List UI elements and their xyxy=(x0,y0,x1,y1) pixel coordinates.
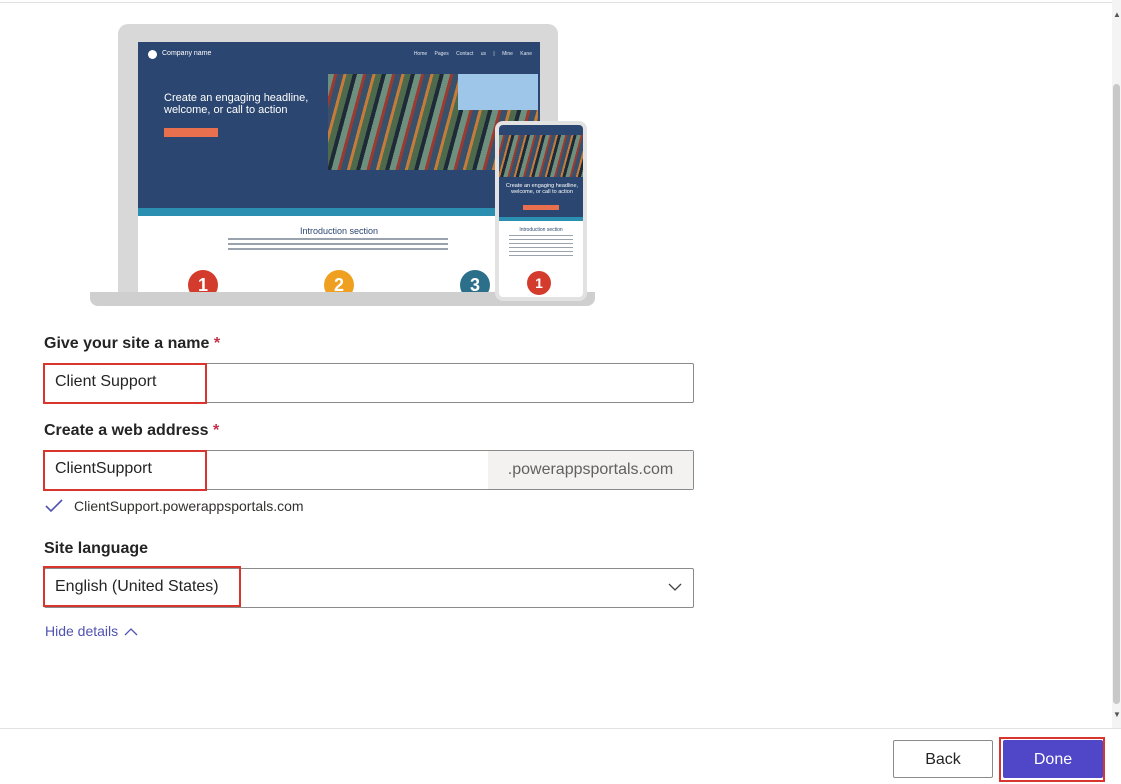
phone-accent-strip xyxy=(499,217,583,221)
web-address-label: Create a web address * xyxy=(44,422,219,440)
hide-details-link[interactable]: Hide details xyxy=(45,623,138,639)
checkmark-icon xyxy=(45,499,63,513)
phone-screen: Create an engaging headline, welcome, or… xyxy=(499,125,583,297)
preview-step-2: 2 xyxy=(324,270,354,294)
web-address-input[interactable]: ClientSupport .powerappsportals.com xyxy=(44,450,694,490)
laptop-screen: Company name Home Pages Contact us | Min… xyxy=(138,42,540,294)
required-mark: * xyxy=(212,422,220,439)
hide-details-text: Hide details xyxy=(45,623,119,639)
phone-hero: Create an engaging headline, welcome, or… xyxy=(499,177,583,217)
company-logo-icon xyxy=(148,50,157,59)
scrollbar-thumb[interactable] xyxy=(1113,84,1120,704)
phone-intro-paragraph xyxy=(509,235,573,259)
preview-hero: Create an engaging headline, welcome, or… xyxy=(138,68,540,208)
scroll-down-icon[interactable]: ▼ xyxy=(1113,710,1121,720)
scroll-up-icon[interactable]: ▲ xyxy=(1113,10,1121,20)
preview-company-name: Company name xyxy=(162,50,212,57)
required-mark: * xyxy=(213,335,221,352)
preview-headline: Create an engaging headline, welcome, or… xyxy=(164,92,309,116)
web-address-suffix: .powerappsportals.com xyxy=(488,451,693,489)
site-name-value: Client Support xyxy=(55,373,157,390)
preview-nav-links: Home Pages Contact us | Mine Kane xyxy=(413,51,532,57)
site-language-dropdown[interactable]: English (United States) xyxy=(44,568,694,608)
phone-cta-button xyxy=(523,205,559,210)
preview-intro-title: Introduction section xyxy=(299,226,379,236)
validation-text: ClientSupport.powerappsportals.com xyxy=(74,498,304,514)
preview-sky xyxy=(458,74,538,110)
preview-intro-paragraph xyxy=(228,238,448,250)
footer-divider xyxy=(0,728,1121,729)
phone-navbar xyxy=(499,125,583,135)
site-name-label: Give your site a name * xyxy=(44,335,220,353)
chevron-down-icon[interactable] xyxy=(667,579,683,595)
back-button[interactable]: Back xyxy=(893,740,993,778)
preview-accent-strip xyxy=(138,208,540,216)
preview-step-1: 1 xyxy=(188,270,218,294)
phone-intro-title: Introduction section xyxy=(519,227,563,233)
phone-frame: Create an engaging headline, welcome, or… xyxy=(495,121,587,301)
phone-headline: Create an engaging headline, welcome, or… xyxy=(505,183,579,195)
scrollbar[interactable]: ▲ ▼ xyxy=(1112,0,1121,728)
preview-step-3: 3 xyxy=(460,270,490,294)
phone-step-1: 1 xyxy=(527,271,551,295)
site-name-input[interactable]: Client Support xyxy=(44,363,694,403)
phone-hero-image xyxy=(499,135,583,177)
site-language-label: Site language xyxy=(44,540,149,557)
preview-navbar: Company name Home Pages Contact us | Min… xyxy=(138,42,540,68)
done-button[interactable]: Done xyxy=(1003,740,1103,778)
top-divider xyxy=(0,2,1112,3)
web-address-value: ClientSupport xyxy=(55,460,152,477)
site-language-value: English (United States) xyxy=(55,578,219,595)
site-template-preview: Company name Home Pages Contact us | Min… xyxy=(88,20,598,312)
web-address-label-text: Create a web address xyxy=(44,422,209,439)
chevron-up-icon xyxy=(124,628,138,636)
preview-cta-button xyxy=(164,128,218,137)
site-name-label-text: Give your site a name xyxy=(44,335,210,352)
